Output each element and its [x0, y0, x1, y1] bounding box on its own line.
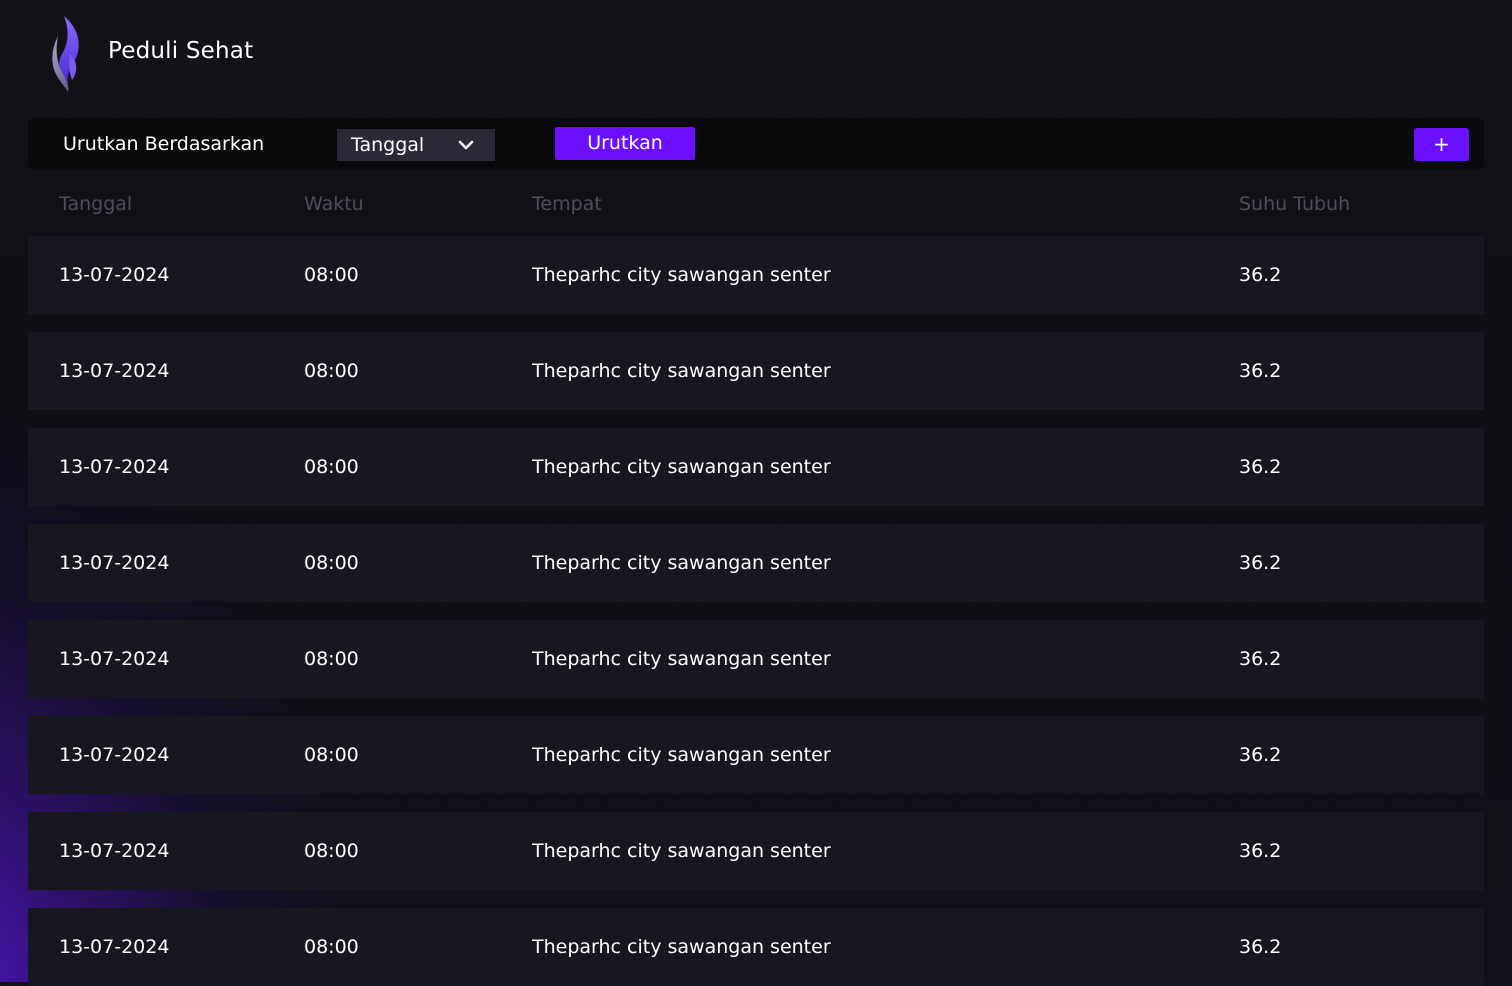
sort-toolbar: Urutkan Berdasarkan Tanggal Urutkan + — [28, 118, 1484, 170]
cell-waktu: 08:00 — [304, 264, 359, 286]
table-row[interactable]: 13-07-2024 08:00 Theparhc city sawangan … — [28, 908, 1484, 986]
add-button[interactable]: + — [1414, 128, 1469, 161]
app-header: Peduli Sehat — [0, 0, 1512, 110]
cell-tempat: Theparhc city sawangan senter — [532, 552, 831, 574]
table-row[interactable]: 13-07-2024 08:00 Theparhc city sawangan … — [28, 428, 1484, 506]
cell-suhu-tubuh: 36.2 — [1239, 264, 1282, 286]
column-header-tanggal: Tanggal — [59, 193, 133, 215]
flame-logo-icon — [52, 16, 79, 92]
cell-tempat: Theparhc city sawangan senter — [532, 648, 831, 670]
column-header-suhu-tubuh: Suhu Tubuh — [1239, 193, 1351, 215]
sort-label: Urutkan Berdasarkan — [63, 133, 265, 155]
column-header-waktu: Waktu — [304, 193, 364, 215]
cell-tanggal: 13-07-2024 — [59, 264, 170, 286]
cell-tanggal: 13-07-2024 — [59, 648, 170, 670]
cell-waktu: 08:00 — [304, 744, 359, 766]
cell-suhu-tubuh: 36.2 — [1239, 936, 1282, 958]
table-row[interactable]: 13-07-2024 08:00 Theparhc city sawangan … — [28, 716, 1484, 794]
cell-waktu: 08:00 — [304, 552, 359, 574]
table-row[interactable]: 13-07-2024 08:00 Theparhc city sawangan … — [28, 236, 1484, 314]
cell-suhu-tubuh: 36.2 — [1239, 744, 1282, 766]
cell-tanggal: 13-07-2024 — [59, 936, 170, 958]
cell-tempat: Theparhc city sawangan senter — [532, 264, 831, 286]
cell-tanggal: 13-07-2024 — [59, 360, 170, 382]
table-row[interactable]: 13-07-2024 08:00 Theparhc city sawangan … — [28, 524, 1484, 602]
cell-tanggal: 13-07-2024 — [59, 840, 170, 862]
table-header: Tanggal Waktu Tempat Suhu Tubuh — [28, 186, 1484, 222]
cell-suhu-tubuh: 36.2 — [1239, 648, 1282, 670]
cell-tempat: Theparhc city sawangan senter — [532, 936, 831, 958]
table-row[interactable]: 13-07-2024 08:00 Theparhc city sawangan … — [28, 812, 1484, 890]
cell-tempat: Theparhc city sawangan senter — [532, 840, 831, 862]
table-row[interactable]: 13-07-2024 08:00 Theparhc city sawangan … — [28, 332, 1484, 410]
cell-waktu: 08:00 — [304, 648, 359, 670]
sort-select[interactable]: Tanggal — [337, 129, 495, 161]
cell-tempat: Theparhc city sawangan senter — [532, 744, 831, 766]
column-header-tempat: Tempat — [532, 193, 602, 215]
cell-waktu: 08:00 — [304, 360, 359, 382]
cell-waktu: 08:00 — [304, 840, 359, 862]
cell-suhu-tubuh: 36.2 — [1239, 360, 1282, 382]
cell-waktu: 08:00 — [304, 936, 359, 958]
cell-suhu-tubuh: 36.2 — [1239, 552, 1282, 574]
cell-tanggal: 13-07-2024 — [59, 456, 170, 478]
cell-suhu-tubuh: 36.2 — [1239, 456, 1282, 478]
cell-tanggal: 13-07-2024 — [59, 552, 170, 574]
cell-tempat: Theparhc city sawangan senter — [532, 360, 831, 382]
cell-suhu-tubuh: 36.2 — [1239, 840, 1282, 862]
sort-button[interactable]: Urutkan — [555, 127, 695, 160]
table-row[interactable]: 13-07-2024 08:00 Theparhc city sawangan … — [28, 620, 1484, 698]
cell-tempat: Theparhc city sawangan senter — [532, 456, 831, 478]
cell-tanggal: 13-07-2024 — [59, 744, 170, 766]
app-title: Peduli Sehat — [108, 38, 254, 64]
sort-select-value: Tanggal — [351, 134, 425, 156]
chevron-down-icon — [458, 140, 474, 150]
cell-waktu: 08:00 — [304, 456, 359, 478]
